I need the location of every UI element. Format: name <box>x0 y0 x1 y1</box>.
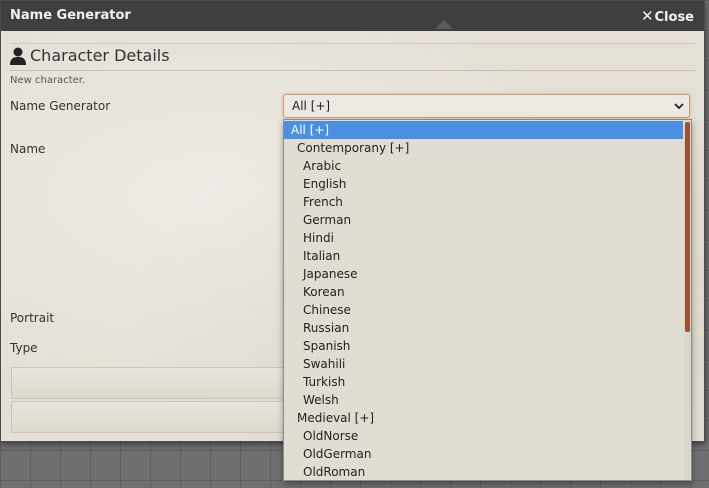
dropdown-option[interactable]: Medieval [+] <box>284 409 683 427</box>
dropdown-option[interactable]: English <box>284 175 683 193</box>
name-generator-select[interactable]: All [+] <box>283 94 690 118</box>
dropdown-option[interactable]: OldNorse <box>284 427 683 445</box>
dropdown-option[interactable]: Turkish <box>284 373 683 391</box>
dropdown-option[interactable]: German <box>284 211 683 229</box>
dropdown-option[interactable]: OldRoman <box>284 463 683 480</box>
section-header: Character Details <box>10 43 695 71</box>
dropdown-option[interactable]: French <box>284 193 683 211</box>
dropdown-option[interactable]: Chinese <box>284 301 683 319</box>
dropdown-option[interactable]: Spanish <box>284 337 683 355</box>
dropdown-option[interactable]: Swahili <box>284 355 683 373</box>
section-subtext: New character. <box>10 75 86 86</box>
generator-dropdown-list: All [+] Contemporany [+] Arabic English Fren… <box>283 119 692 481</box>
close-icon: ✕ <box>640 7 654 25</box>
dropdown-option[interactable]: Russian <box>284 319 683 337</box>
dropdown-option[interactable]: Italian <box>284 247 683 265</box>
dropdown-option[interactable]: Welsh <box>284 391 683 409</box>
dropdown-option[interactable]: Hindi <box>284 229 683 247</box>
dropdown-scrollbar[interactable] <box>684 120 691 480</box>
section-title: Character Details <box>30 46 170 65</box>
resize-grip-icon[interactable] <box>435 20 453 29</box>
dropdown-option[interactable]: Korean <box>284 283 683 301</box>
name-label: Name <box>10 142 46 156</box>
dropdown-option[interactable]: OldGerman <box>284 445 683 463</box>
action-bar-2[interactable] <box>11 401 286 433</box>
portrait-label: Portrait <box>10 311 55 325</box>
dropdown-option[interactable]: All [+] <box>284 121 683 139</box>
type-label: Type <box>10 341 38 355</box>
dropdown-scrollbar-thumb[interactable] <box>685 122 690 332</box>
chevron-down-icon <box>674 103 684 110</box>
select-value: All [+] <box>292 99 331 113</box>
dropdown-option[interactable]: Japanese <box>284 265 683 283</box>
user-icon <box>10 47 26 65</box>
name-generator-label: Name Generator <box>10 99 111 113</box>
dropdown-option[interactable]: Contemporany [+] <box>284 139 683 157</box>
action-bar-1[interactable] <box>11 367 286 399</box>
dropdown-option[interactable]: Arabic <box>284 157 683 175</box>
close-label: Close <box>654 10 694 25</box>
close-button[interactable]: ✕Close <box>641 7 694 25</box>
window-titlebar[interactable]: Name Generator ✕Close <box>1 1 704 31</box>
window-title: Name Generator <box>10 8 131 23</box>
